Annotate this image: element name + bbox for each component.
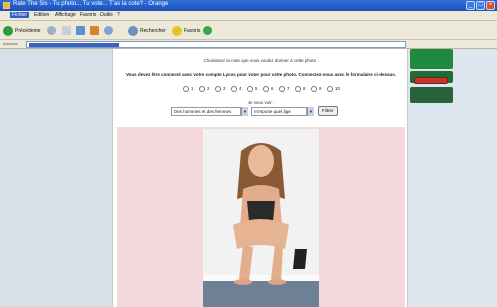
back-label: Précédente [15, 27, 41, 34]
address-bar: Adresse [0, 40, 497, 49]
close-button[interactable]: × [486, 1, 495, 10]
history-icon[interactable] [203, 26, 212, 35]
rating-radio-10[interactable] [327, 86, 333, 92]
rating-label-3: 3 [223, 86, 226, 91]
stop-icon[interactable] [62, 26, 71, 35]
refresh-icon[interactable] [76, 26, 85, 35]
favorites-label: Favoris [184, 27, 201, 34]
login-notice: Vous devez être connecté avec votre comp… [125, 72, 397, 77]
rating-label-4: 4 [239, 86, 242, 91]
gender-select[interactable]: Des hommes et des femmes [171, 107, 241, 116]
rating-label-10: 10 [335, 86, 341, 91]
menu-bar: Fichier Edition Affichage Favoris Outils… [0, 11, 497, 21]
browser-window: Rate The Sis - Tu photo... Tu vote... T'… [0, 0, 497, 307]
rating-radio-6[interactable] [263, 86, 269, 92]
browser-icon [3, 2, 10, 9]
rating-label-2: 2 [207, 86, 210, 91]
favorites-button[interactable]: Favoris [172, 25, 200, 36]
media-icon[interactable] [104, 26, 113, 35]
address-label: Adresse [3, 41, 18, 46]
rating-radio-1[interactable] [183, 86, 189, 92]
menu-help[interactable]: ? [115, 12, 122, 18]
forward-icon[interactable] [47, 26, 56, 35]
minimize-button[interactable]: _ [466, 1, 475, 10]
age-select[interactable]: n'importe quel âge [251, 107, 307, 116]
rating-radio-3[interactable] [215, 86, 221, 92]
search-label: Rechercher [140, 27, 166, 34]
search-button[interactable]: Rechercher [128, 25, 166, 36]
rating-instruction: Choisissez la note que vous voulez donne… [203, 58, 319, 63]
ad-banner-bottom[interactable] [410, 87, 453, 103]
left-margin [0, 49, 112, 307]
rating-radio-5[interactable] [247, 86, 253, 92]
rating-label-7: 7 [287, 86, 290, 91]
photo-illustration [203, 129, 319, 307]
window-title: Rate The Sis - Tu photo... Tu vote... T'… [13, 1, 169, 7]
rating-label-1: 1 [191, 86, 194, 91]
filter-row: Des hommes et des femmes ▼ n'importe que… [171, 106, 351, 118]
photo-frame [117, 127, 405, 307]
main-column: Choisissez la note que vous voulez donne… [112, 49, 408, 307]
ad-button[interactable] [414, 77, 448, 84]
rating-label-8: 8 [303, 86, 306, 91]
maximize-button[interactable]: □ [476, 1, 485, 10]
home-icon[interactable] [90, 26, 99, 35]
rating-radio-9[interactable] [311, 86, 317, 92]
filter-label: Je veux voir : [247, 100, 275, 105]
right-sidebar [408, 49, 497, 307]
chevron-down-icon[interactable]: ▼ [241, 107, 248, 116]
filter-button[interactable]: Filtrer [318, 106, 338, 116]
star-icon [172, 25, 182, 36]
ad-banner-top[interactable] [410, 49, 453, 69]
toolbar: Précédente Rechercher Favoris [0, 21, 497, 40]
rating-radio-2[interactable] [199, 86, 205, 92]
menu-edition[interactable]: Edition [32, 12, 51, 18]
back-arrow-icon [3, 25, 13, 36]
chevron-down-icon[interactable]: ▼ [307, 107, 314, 116]
address-selection [29, 43, 119, 47]
rating-radio-4[interactable] [231, 86, 237, 92]
menu-favoris[interactable]: Favoris [78, 12, 98, 18]
rating-label-9: 9 [319, 86, 322, 91]
back-button[interactable]: Précédente [3, 25, 41, 36]
page-viewport: Choisissez la note que vous voulez donne… [0, 49, 497, 307]
menu-fichier[interactable]: Fichier [10, 12, 30, 18]
search-icon [128, 25, 138, 36]
rating-radio-8[interactable] [295, 86, 301, 92]
rating-label-6: 6 [271, 86, 274, 91]
address-input[interactable] [26, 41, 406, 48]
menu-outils[interactable]: Outils [98, 12, 115, 18]
rating-label-5: 5 [255, 86, 258, 91]
rating-radio-group: 1 2 3 4 5 6 7 8 9 10 [183, 86, 343, 94]
menu-affichage[interactable]: Affichage [53, 12, 78, 18]
rating-radio-7[interactable] [279, 86, 285, 92]
member-photo[interactable] [203, 129, 319, 307]
title-bar: Rate The Sis - Tu photo... Tu vote... T'… [0, 0, 497, 11]
